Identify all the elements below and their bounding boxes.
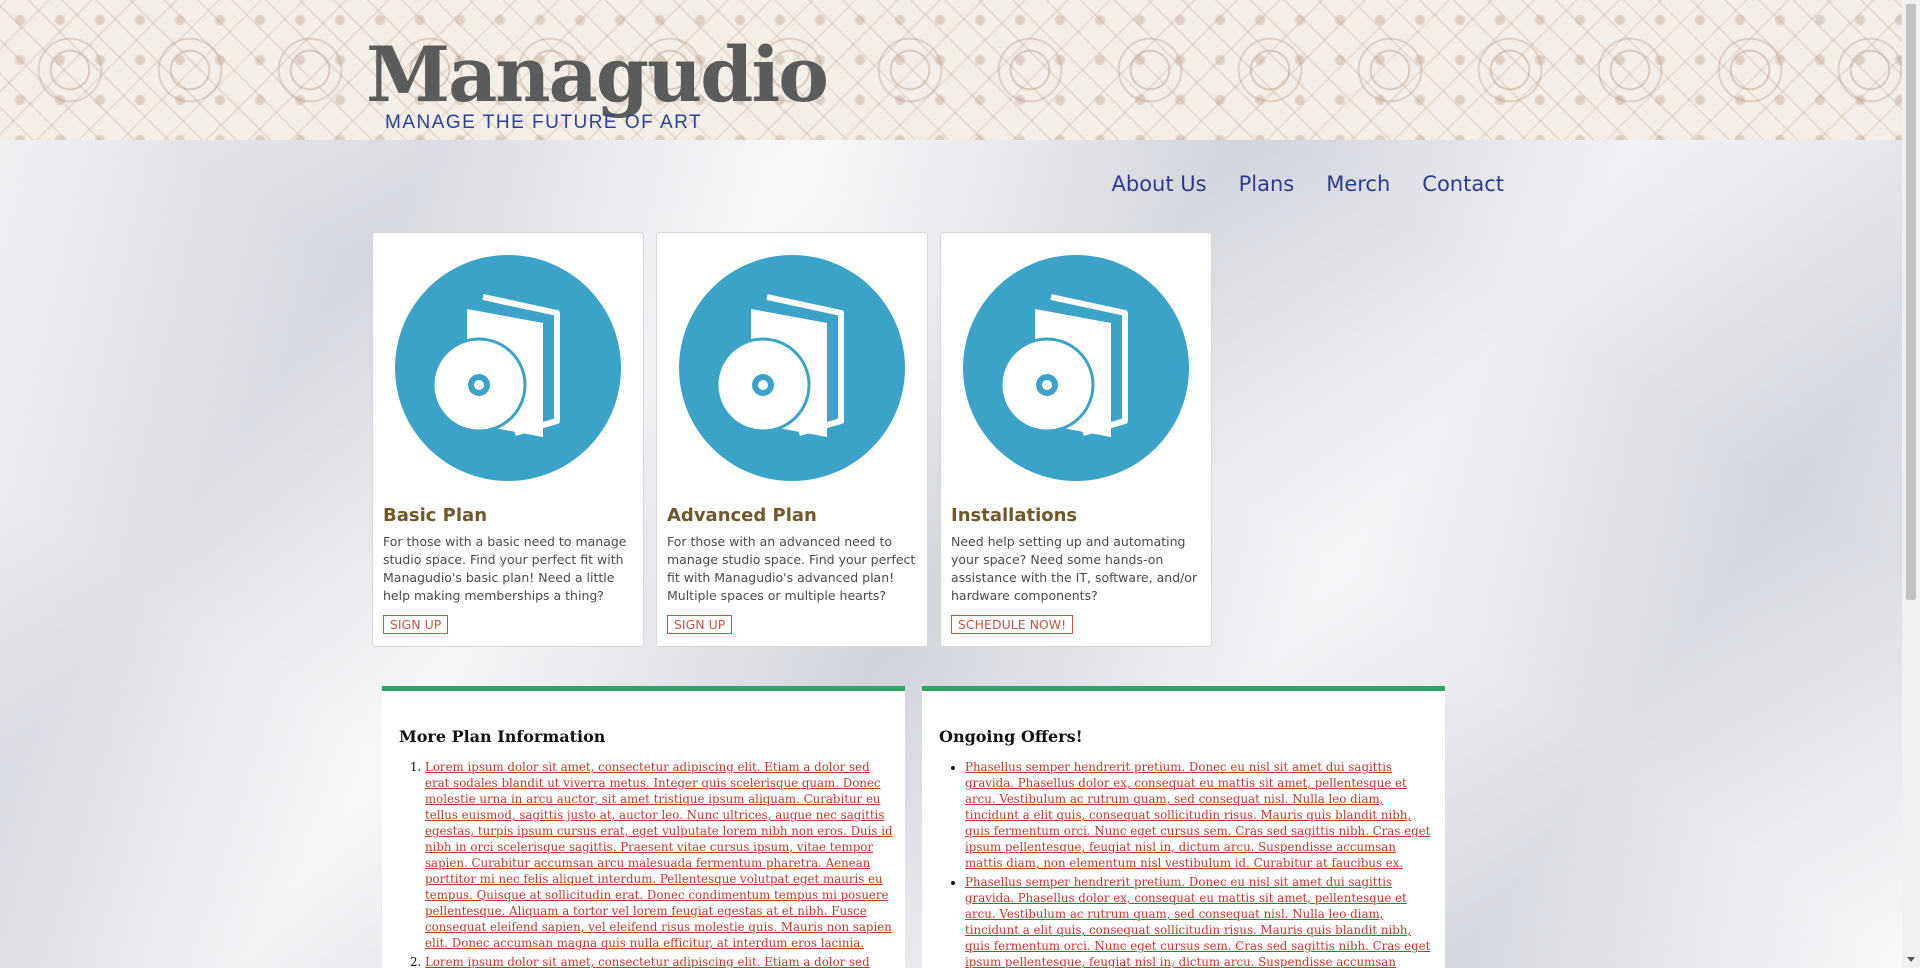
card-title: Basic Plan	[383, 505, 488, 526]
panel-title: More Plan Information	[399, 727, 606, 746]
nav-link-contact[interactable]: Contact	[1422, 172, 1504, 196]
list-item: Lorem ipsum dolor sit amet, consectetur …	[425, 954, 895, 968]
plan-info-list: Lorem ipsum dolor sit amet, consectetur …	[425, 759, 895, 968]
card-description: For those with an advanced need to manag…	[667, 534, 916, 603]
offer-link[interactable]: Phasellus semper hendrerit pretium. Done…	[965, 875, 1430, 968]
card-title: Installations	[951, 505, 1078, 526]
plan-card-advanced: Advanced Plan For those with an advanced…	[656, 232, 928, 647]
card-description: For those with a basic need to manage st…	[383, 534, 627, 603]
disc-book-icon	[679, 255, 905, 481]
site-logo[interactable]: Managudio	[366, 30, 829, 120]
plan-card-basic: Basic Plan For those with a basic need t…	[372, 232, 644, 647]
scroll-down-icon[interactable]	[1907, 957, 1915, 962]
card-title: Advanced Plan	[667, 505, 817, 526]
plan-info-link[interactable]: Lorem ipsum dolor sit amet, consectetur …	[425, 760, 893, 950]
list-item: Phasellus semper hendrerit pretium. Done…	[965, 759, 1435, 871]
list-item: Lorem ipsum dolor sit amet, consectetur …	[425, 759, 895, 951]
offers-list: Phasellus semper hendrerit pretium. Done…	[965, 759, 1435, 968]
disc-book-icon	[395, 255, 621, 481]
offers-panel: Ongoing Offers! Phasellus semper hendrer…	[922, 686, 1445, 968]
sign-up-advanced-button[interactable]: SIGN UP	[667, 615, 733, 634]
main-nav: About Us Plans Merch Contact	[1112, 172, 1504, 196]
plan-card-installations: Installations Need help setting up and a…	[940, 232, 1212, 647]
offer-link[interactable]: Phasellus semper hendrerit pretium. Done…	[965, 760, 1430, 870]
plan-info-link[interactable]: Lorem ipsum dolor sit amet, consectetur …	[425, 955, 870, 968]
nav-link-about-us[interactable]: About Us	[1112, 172, 1207, 196]
page-scrollbar[interactable]	[1902, 0, 1920, 968]
disc-book-icon	[963, 255, 1189, 481]
nav-link-merch[interactable]: Merch	[1326, 172, 1390, 196]
site-header: Managudio MANAGE THE FUTURE OF ART	[0, 0, 1902, 140]
site-tagline: MANAGE THE FUTURE OF ART	[385, 112, 703, 133]
schedule-now-button[interactable]: SCHEDULE NOW!	[951, 615, 1074, 634]
card-description: Need help setting up and automating your…	[951, 534, 1198, 603]
plan-info-panel: More Plan Information Lorem ipsum dolor …	[382, 686, 905, 968]
panel-title: Ongoing Offers!	[939, 727, 1083, 746]
sign-up-basic-button[interactable]: SIGN UP	[383, 615, 449, 634]
nav-link-plans[interactable]: Plans	[1239, 172, 1295, 196]
list-item: Phasellus semper hendrerit pretium. Done…	[965, 874, 1435, 968]
scrollbar-thumb[interactable]	[1906, 4, 1916, 600]
